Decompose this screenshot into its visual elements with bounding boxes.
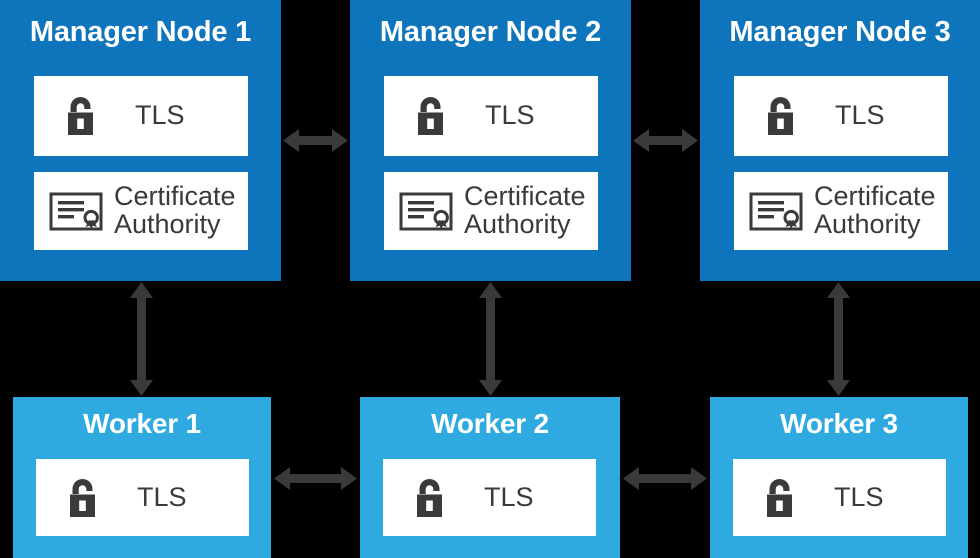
manager-node-2-ca-card: Certificate Authority: [384, 172, 598, 250]
manager-node-3-ca-card: Certificate Authority: [734, 172, 948, 250]
manager-node-1-tls-card: TLS: [34, 76, 248, 156]
manager-node-1: Manager Node 1 TLS Certificate Authority: [0, 0, 281, 281]
open-padlock-icon: [761, 475, 798, 521]
manager-node-2: Manager Node 2 TLS Certificate Authority: [350, 0, 631, 281]
diagram-canvas: Manager Node 1 TLS Certificate Authority…: [0, 0, 980, 558]
manager-node-2-title: Manager Node 2: [379, 16, 602, 48]
manager-node-1-ca-label: Certificate Authority: [114, 181, 236, 239]
worker-node-3-title: Worker 3: [780, 408, 898, 439]
worker-node-2: Worker 2 TLS: [360, 397, 620, 558]
worker-node-1-title: Worker 1: [83, 408, 201, 439]
worker-node-1: Worker 1 TLS: [13, 397, 271, 558]
manager-node-3-ca-label: Certificate Authority: [814, 181, 936, 239]
connection-worker1-worker2: [274, 463, 357, 494]
connection-manager3-worker3: [823, 282, 854, 396]
worker-node-3-tls-card: TLS: [733, 459, 946, 536]
manager-node-1-title: Manager Node 1: [29, 16, 252, 48]
manager-node-1-ca-card: Certificate Authority: [34, 172, 248, 250]
manager-node-3-title: Manager Node 3: [729, 16, 951, 48]
certificate-icon: [398, 188, 456, 234]
manager-node-3-tls-label: TLS: [835, 100, 885, 131]
manager-node-3: Manager Node 3 TLS Certificate Authority: [700, 0, 980, 281]
connection-manager1-manager2: [283, 125, 348, 156]
open-padlock-icon: [411, 475, 448, 521]
open-padlock-icon: [64, 475, 101, 521]
manager-node-1-tls-label: TLS: [135, 100, 185, 131]
worker-node-1-tls-card: TLS: [36, 459, 249, 536]
connection-manager1-worker1: [126, 282, 157, 396]
connection-worker2-worker3: [623, 463, 707, 494]
worker-node-1-tls-label: TLS: [137, 481, 187, 512]
worker-node-3: Worker 3 TLS: [710, 397, 968, 558]
worker-node-2-tls-card: TLS: [383, 459, 596, 536]
manager-node-3-tls-card: TLS: [734, 76, 948, 156]
worker-node-2-title: Worker 2: [431, 408, 549, 439]
open-padlock-icon: [62, 93, 99, 139]
certificate-icon: [748, 188, 806, 234]
manager-node-2-tls-card: TLS: [384, 76, 598, 156]
worker-node-3-tls-label: TLS: [834, 481, 884, 512]
manager-node-2-tls-label: TLS: [485, 100, 535, 131]
connection-manager2-manager3: [633, 125, 698, 156]
worker-node-2-tls-label: TLS: [484, 481, 534, 512]
certificate-icon: [48, 188, 106, 234]
manager-node-2-ca-label: Certificate Authority: [464, 181, 586, 239]
open-padlock-icon: [762, 93, 799, 139]
connection-manager2-worker2: [475, 282, 506, 396]
open-padlock-icon: [412, 93, 449, 139]
